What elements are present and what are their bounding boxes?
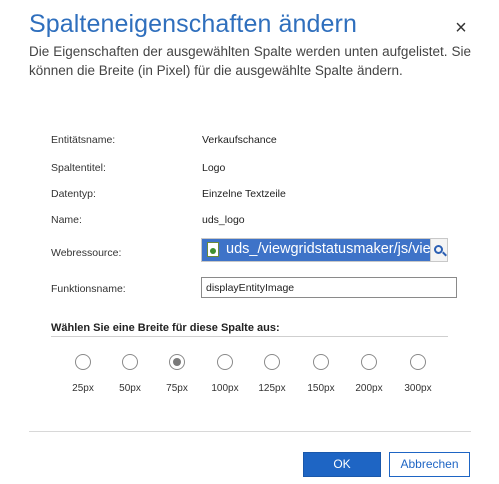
dialog-description: Die Eigenschaften der ausgewählten Spalt… bbox=[29, 44, 471, 78]
width-label-300px: 300px bbox=[404, 383, 432, 394]
width-label-25px: 25px bbox=[72, 383, 94, 394]
width-heading: Wählen Sie eine Breite für diese Spalte … bbox=[51, 322, 280, 334]
ok-button[interactable]: OK bbox=[303, 452, 381, 477]
lookup-search-icon[interactable] bbox=[430, 239, 447, 261]
footer-divider bbox=[29, 431, 471, 432]
width-label-200px: 200px bbox=[355, 383, 383, 394]
webresource-selected-value[interactable]: uds_/viewgridstatusmaker/js/vie bbox=[202, 239, 431, 261]
width-radio-125px[interactable] bbox=[264, 354, 280, 370]
change-column-properties-dialog: Spalteneigenschaften ändern × Die Eigens… bbox=[0, 0, 499, 484]
close-icon[interactable]: × bbox=[452, 18, 470, 38]
function-name-input[interactable] bbox=[201, 277, 457, 298]
width-radio-200px[interactable] bbox=[361, 354, 377, 370]
name-label: Name: bbox=[51, 214, 82, 226]
datatype-label: Datentyp: bbox=[51, 188, 96, 200]
name-value: uds_logo bbox=[202, 214, 245, 226]
column-title-label: Spaltentitel: bbox=[51, 162, 106, 174]
webresource-value: uds_/viewgridstatusmaker/js/vie bbox=[226, 241, 431, 257]
datatype-value: Einzelne Textzeile bbox=[202, 188, 286, 200]
width-radio-50px[interactable] bbox=[122, 354, 138, 370]
dialog-title: Spalteneigenschaften ändern bbox=[29, 10, 357, 38]
width-radio-25px[interactable] bbox=[75, 354, 91, 370]
magnifier-handle bbox=[442, 251, 447, 257]
width-label-75px: 75px bbox=[166, 383, 188, 394]
width-radio-150px[interactable] bbox=[313, 354, 329, 370]
width-label-50px: 50px bbox=[119, 383, 141, 394]
width-radio-75px[interactable] bbox=[169, 354, 185, 370]
width-label-100px: 100px bbox=[211, 383, 239, 394]
width-label-125px: 125px bbox=[258, 383, 286, 394]
width-label-150px: 150px bbox=[307, 383, 335, 394]
heading-divider bbox=[51, 336, 448, 337]
entity-name-value: Verkaufschance bbox=[202, 134, 277, 146]
function-name-label: Funktionsname: bbox=[51, 283, 126, 295]
webresource-label: Webressource: bbox=[51, 247, 122, 259]
width-radio-300px[interactable] bbox=[410, 354, 426, 370]
width-radio-100px[interactable] bbox=[217, 354, 233, 370]
script-file-icon bbox=[207, 242, 219, 257]
column-title-value: Logo bbox=[202, 162, 226, 174]
webresource-lookup-field[interactable]: uds_/viewgridstatusmaker/js/vie bbox=[201, 238, 448, 262]
entity-name-label: Entitätsname: bbox=[51, 134, 116, 146]
cancel-button[interactable]: Abbrechen bbox=[389, 452, 470, 477]
